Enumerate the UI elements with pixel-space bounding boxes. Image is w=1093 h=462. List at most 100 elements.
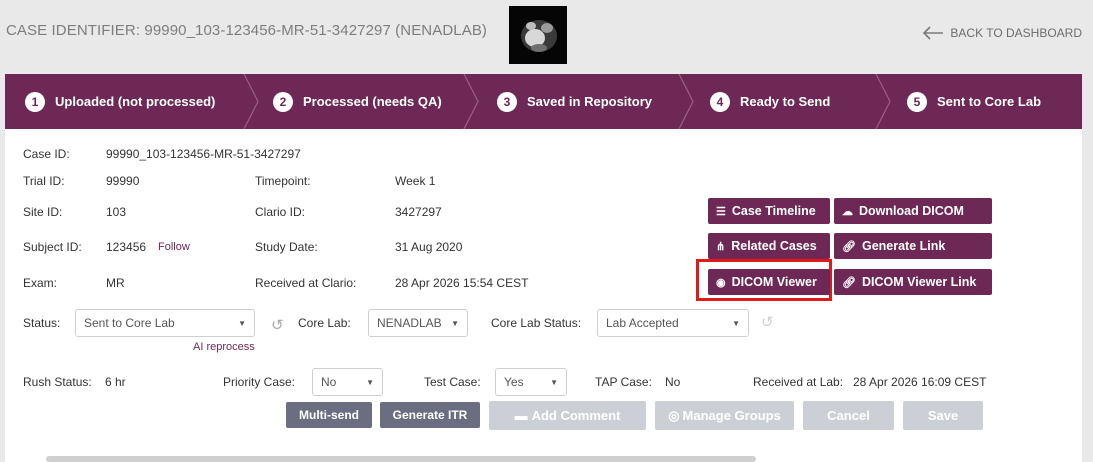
related-icon: ⋔ — [716, 240, 726, 253]
test-case-select[interactable]: Yes ▼ — [495, 368, 567, 396]
priority-case-label: Priority Case: — [223, 375, 296, 389]
caret-down-icon: ▼ — [732, 318, 740, 328]
step-number: 2 — [273, 91, 293, 112]
link-icon: 🔗︎ — [842, 276, 856, 289]
related-cases-label: Related Cases — [731, 239, 817, 253]
manage-groups-button[interactable]: ◎ Manage Groups — [655, 401, 794, 430]
test-case-select-value: Yes — [504, 375, 524, 389]
case-id-value: 99990_103-123456-MR-51-3427297 — [106, 147, 301, 161]
status-select-value: Sent to Core Lab — [84, 316, 175, 330]
subject-id-value: 123456 — [106, 240, 147, 254]
back-to-dashboard-link[interactable]: BACK TO DASHBOARD — [922, 26, 1082, 40]
link-icon: 🔗︎ — [842, 240, 856, 253]
case-timeline-label: Case Timeline — [731, 204, 816, 218]
caret-down-icon: ▼ — [238, 318, 246, 328]
step-label: Uploaded (not processed) — [55, 94, 216, 109]
received-at-lab-label: Received at Lab: — [753, 375, 844, 389]
exam-label: Exam: — [23, 276, 58, 290]
step-label: Sent to Core Lab — [937, 94, 1042, 109]
step-number: 1 — [25, 91, 45, 112]
add-comment-button[interactable]: ▬ Add Comment — [489, 401, 646, 430]
timepoint-label: Timepoint: — [255, 174, 311, 188]
step-number: 3 — [497, 91, 517, 112]
step-uploaded: 1 Uploaded (not processed) — [25, 74, 215, 129]
generate-link-label: Generate Link — [861, 239, 946, 253]
eye-icon: ◉ — [716, 276, 726, 289]
generate-link-button[interactable]: 🔗︎ Generate Link — [834, 233, 992, 259]
chevron-right-icon — [243, 74, 259, 129]
core-lab-status-select-value: Lab Accepted — [606, 316, 679, 330]
reset-core-lab-status-icon[interactable]: ↺ — [761, 313, 774, 331]
step-label: Saved in Repository — [527, 94, 652, 109]
back-to-dashboard-label: BACK TO DASHBOARD — [950, 26, 1082, 40]
core-lab-status-label: Core Lab Status: — [491, 316, 582, 330]
generate-itr-button[interactable]: Generate ITR — [380, 402, 480, 428]
step-number: 4 — [710, 91, 730, 112]
ai-reprocess-link[interactable]: AI reprocess — [193, 341, 255, 353]
case-id-label: Case ID: — [23, 147, 70, 161]
horizontal-scrollbar[interactable] — [46, 456, 756, 462]
step-ready: 4 Ready to Send — [710, 74, 830, 129]
received-at-lab-value: 28 Apr 2026 16:09 CEST — [853, 375, 987, 389]
received-at-clario-value: 28 Apr 2026 15:54 CEST — [395, 276, 529, 290]
received-at-clario-label: Received at Clario: — [255, 276, 357, 290]
timepoint-value: Week 1 — [395, 174, 436, 188]
study-date-label: Study Date: — [255, 240, 318, 254]
multi-send-button[interactable]: Multi-send — [286, 402, 372, 428]
reset-status-icon[interactable]: ↺ — [271, 316, 284, 334]
step-label: Ready to Send — [740, 94, 831, 109]
subject-id-label: Subject ID: — [23, 240, 82, 254]
tap-case-label: TAP Case: — [595, 375, 652, 389]
priority-case-select-value: No — [321, 375, 337, 389]
arrow-left-icon — [923, 26, 944, 40]
case-timeline-button[interactable]: ☰ Case Timeline — [708, 198, 830, 224]
download-dicom-label: Download DICOM — [859, 204, 964, 218]
step-label: Processed (needs QA) — [303, 94, 442, 109]
chevron-right-icon — [463, 74, 479, 129]
core-lab-status-select[interactable]: Lab Accepted ▼ — [597, 309, 749, 337]
add-comment-label: Add Comment — [531, 408, 621, 423]
dicom-viewer-link-button[interactable]: 🔗︎ DICOM Viewer Link — [834, 269, 992, 295]
core-lab-select-value: NENADLAB — [377, 316, 442, 330]
cancel-button[interactable]: Cancel — [803, 401, 894, 430]
clario-id-value: 3427297 — [395, 205, 442, 219]
caret-down-icon: ▼ — [451, 318, 459, 328]
exam-value: MR — [106, 276, 125, 290]
status-select[interactable]: Sent to Core Lab ▼ — [75, 309, 255, 337]
save-button[interactable]: Save — [903, 401, 983, 430]
test-case-label: Test Case: — [424, 375, 481, 389]
follow-link[interactable]: Follow — [158, 241, 190, 253]
manage-groups-label: Manage Groups — [682, 408, 781, 423]
dicom-viewer-label: DICOM Viewer — [731, 275, 817, 289]
caret-down-icon: ▼ — [366, 377, 374, 387]
trial-id-label: Trial ID: — [23, 174, 65, 188]
dicom-viewer-button[interactable]: ◉ DICOM Viewer — [708, 269, 830, 295]
step-saved: 3 Saved in Repository — [497, 74, 652, 129]
rush-status-label: Rush Status: — [23, 375, 92, 389]
core-lab-select[interactable]: NENADLAB ▼ — [368, 309, 468, 337]
case-thumbnail-image[interactable] — [509, 6, 567, 64]
clario-id-label: Clario ID: — [255, 205, 306, 219]
step-number: 5 — [907, 91, 927, 112]
rush-status-value: 6 hr — [105, 375, 126, 389]
status-label: Status: — [23, 316, 61, 330]
step-processed: 2 Processed (needs QA) — [273, 74, 442, 129]
core-lab-label: Core Lab: — [298, 316, 351, 330]
cloud-download-icon: ☁ — [842, 205, 853, 218]
chevron-right-icon — [875, 74, 891, 129]
caret-down-icon: ▼ — [550, 377, 558, 387]
download-dicom-button[interactable]: ☁ Download DICOM — [834, 198, 992, 224]
comment-icon: ▬ — [514, 408, 528, 423]
chevron-right-icon — [678, 74, 694, 129]
tap-case-value: No — [665, 375, 681, 389]
step-sent: 5 Sent to Core Lab — [907, 74, 1041, 129]
timeline-icon: ☰ — [716, 205, 726, 218]
related-cases-button[interactable]: ⋔ Related Cases — [708, 233, 830, 259]
groups-icon: ◎ — [668, 407, 680, 423]
workflow-steps-bar: 1 Uploaded (not processed) 2 Processed (… — [5, 74, 1082, 129]
mri-heart-icon — [509, 6, 567, 64]
trial-id-value: 99990 — [106, 174, 140, 188]
site-id-value: 103 — [106, 205, 127, 219]
dicom-viewer-link-label: DICOM Viewer Link — [861, 275, 977, 289]
priority-case-select[interactable]: No ▼ — [312, 368, 383, 396]
